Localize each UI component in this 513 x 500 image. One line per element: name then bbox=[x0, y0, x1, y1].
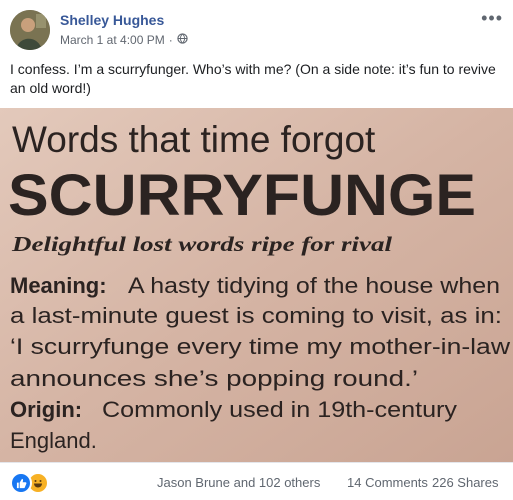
clipping-word: SCURRYFUNGE bbox=[8, 163, 476, 228]
avatar[interactable] bbox=[10, 10, 50, 50]
more-options-button[interactable]: ••• bbox=[481, 8, 503, 29]
post-footer: Jason Brune and 102 others 14 Comments 2… bbox=[0, 462, 513, 500]
timestamp[interactable]: March 1 at 4:00 PM bbox=[60, 33, 165, 47]
post-photo[interactable]: Words that time forgot SCURRYFUNGE Delig… bbox=[0, 108, 513, 462]
quote-line-1: ‘I scurryfunge every time my mother-in-l… bbox=[10, 334, 510, 359]
reaction-icons[interactable] bbox=[10, 472, 49, 494]
meta-separator: · bbox=[168, 33, 173, 47]
post: Shelley Hughes March 1 at 4:00 PM · ••• … bbox=[0, 0, 513, 499]
origin-line-2: England. bbox=[10, 428, 97, 453]
clipping-subtitle: Delightful lost words ripe for rival bbox=[11, 232, 392, 256]
post-meta: March 1 at 4:00 PM · bbox=[60, 33, 188, 47]
post-text: I confess. I’m a scurryfunger. Who’s wit… bbox=[10, 61, 496, 96]
meaning-label: Meaning: bbox=[10, 273, 107, 298]
author-name[interactable]: Shelley Hughes bbox=[60, 12, 164, 28]
meaning-line-1: A hasty tidying of the house when bbox=[128, 273, 500, 298]
like-icon bbox=[10, 472, 32, 494]
origin-line-1: Commonly used in 19th-century bbox=[102, 397, 457, 422]
comments-count-link[interactable]: 14 Comments bbox=[347, 475, 428, 490]
clipping-heading: Words that time forgot bbox=[12, 119, 376, 160]
globe-icon bbox=[177, 33, 188, 47]
reacted-by-link[interactable]: Jason Brune and 102 others bbox=[157, 475, 320, 490]
shares-count-link[interactable]: 226 Shares bbox=[432, 475, 499, 490]
quote-line-2: announces she’s popping round.’ bbox=[10, 366, 418, 391]
meaning-line-2: a last-minute guest is coming to visit, … bbox=[10, 303, 502, 328]
origin-label: Origin: bbox=[10, 397, 82, 422]
